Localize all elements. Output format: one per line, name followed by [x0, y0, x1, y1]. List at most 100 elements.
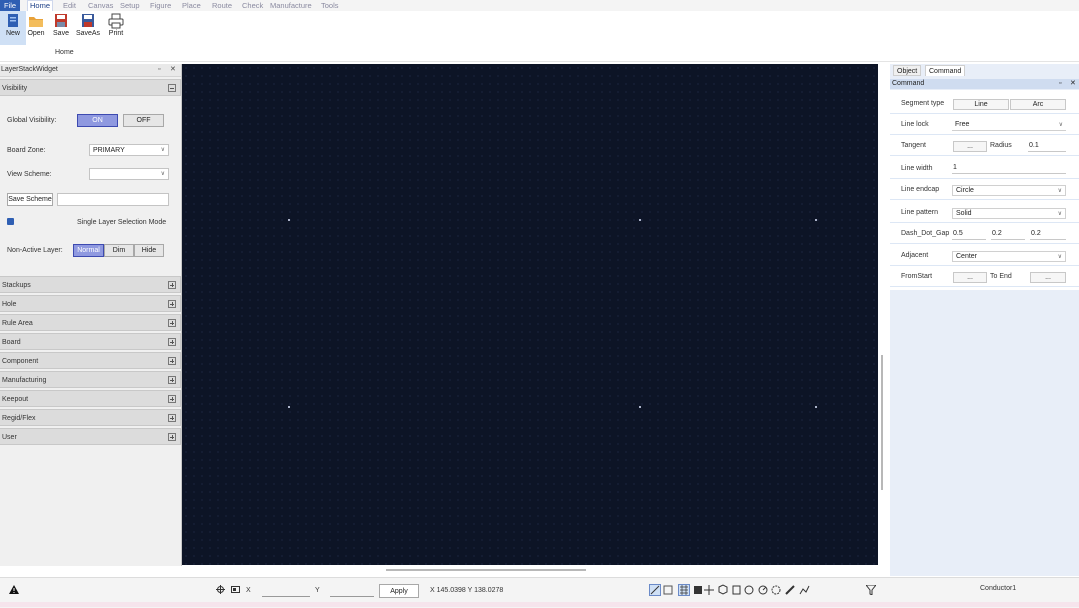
open-button[interactable]: Open	[23, 11, 49, 45]
section-hole[interactable]: Hole	[0, 295, 181, 312]
section-stackups[interactable]: Stackups	[0, 276, 181, 293]
line-lock-value: Free	[955, 121, 970, 128]
menu-canvas[interactable]: Canvas	[86, 0, 115, 11]
command-form: Segment type Line Arc Line lock Free ∨ T…	[890, 90, 1079, 290]
dash-label: Dash_Dot_Gap	[901, 230, 950, 237]
section-list: Stackups Hole Rule Area Board Component …	[0, 276, 181, 447]
close-icon[interactable]: ✕	[170, 64, 176, 76]
section-manufacturing[interactable]: Manufacturing	[0, 371, 181, 388]
horizontal-scrollbar[interactable]	[386, 569, 586, 571]
menu-home[interactable]: Home	[27, 0, 54, 11]
new-file-icon	[8, 14, 18, 27]
section-regid-flex[interactable]: Regid/Flex	[0, 409, 181, 426]
line-lock-select[interactable]: Free ∨	[952, 120, 1066, 131]
save-as-button[interactable]: SaveAs	[75, 11, 101, 45]
float-icon[interactable]: ▫	[158, 64, 160, 76]
panel-header: LayerStackWidget ▫ ✕	[0, 64, 181, 77]
single-layer-label: Single Layer Selection Mode	[77, 219, 167, 226]
adjacent-select[interactable]: Center ∨	[952, 251, 1066, 262]
menu-setup[interactable]: Setup	[118, 0, 142, 11]
canvas-marker	[639, 406, 641, 408]
section-label: Hole	[2, 301, 17, 308]
menu-file[interactable]: File	[0, 0, 21, 11]
crosshair-icon[interactable]	[216, 585, 225, 594]
print-button[interactable]: Print	[103, 11, 129, 45]
line-pattern-value: Solid	[956, 210, 972, 217]
expand-icon[interactable]	[168, 395, 176, 403]
expand-icon[interactable]	[168, 357, 176, 365]
save-icon	[55, 14, 67, 27]
expand-icon[interactable]	[168, 376, 176, 384]
section-visibility[interactable]: Visibility	[0, 79, 181, 96]
single-layer-checkbox[interactable]	[7, 218, 14, 225]
tab-object[interactable]: Object	[893, 65, 922, 76]
segment-line-button[interactable]: Line	[953, 99, 1009, 110]
line-width-input[interactable]: 1	[952, 163, 1066, 174]
section-keepout[interactable]: Keepout	[0, 390, 181, 407]
save-scheme-button[interactable]: Save Scheme	[7, 193, 53, 206]
section-user[interactable]: User	[0, 428, 181, 445]
menu-edit[interactable]: Edit	[61, 0, 78, 11]
line-pattern-row: Line pattern Solid ∨	[890, 203, 1079, 223]
vertical-scrollbar[interactable]	[881, 355, 883, 490]
line-width-row: Line width 1	[890, 157, 1079, 179]
toend-button[interactable]: ...	[1030, 272, 1066, 283]
board-zone-value: PRIMARY	[93, 147, 125, 154]
dash-input-2[interactable]: 0.2	[991, 229, 1025, 240]
design-canvas[interactable]	[182, 64, 878, 565]
section-rule-area[interactable]: Rule Area	[0, 314, 181, 331]
menu-route[interactable]: Route	[210, 0, 234, 11]
filter-icon[interactable]	[866, 585, 876, 595]
y-input[interactable]	[330, 586, 374, 597]
dash-input-1[interactable]: 0.5	[952, 229, 986, 240]
board-zone-select[interactable]: PRIMARY ∨	[89, 144, 169, 156]
expand-icon[interactable]	[168, 433, 176, 441]
dash-input-3[interactable]: 0.2	[1030, 229, 1066, 240]
non-active-dim-button[interactable]: Dim	[104, 244, 134, 257]
command-title: Command	[892, 80, 925, 87]
tangent-row: Tangent ... Radius 0.1	[890, 136, 1079, 156]
tangent-button[interactable]: ...	[953, 141, 987, 152]
scheme-name-input[interactable]	[57, 193, 169, 206]
line-endcap-select[interactable]: Circle ∨	[952, 185, 1066, 196]
section-component[interactable]: Component	[0, 352, 181, 369]
taskbar-edge	[0, 602, 1079, 607]
expand-icon[interactable]	[168, 319, 176, 327]
section-board[interactable]: Board	[0, 333, 181, 350]
fromstart-button[interactable]: ...	[953, 272, 987, 283]
visibility-off-button[interactable]: OFF	[123, 114, 164, 127]
warning-icon[interactable]	[9, 585, 19, 594]
section-label: Manufacturing	[2, 377, 47, 384]
menu-check[interactable]: Check	[240, 0, 265, 11]
global-visibility-label: Global Visibility:	[7, 117, 57, 124]
tab-command[interactable]: Command	[925, 65, 966, 76]
expand-icon[interactable]	[168, 281, 176, 289]
save-button[interactable]: Save	[48, 11, 74, 45]
view-scheme-select[interactable]: ∨	[89, 168, 169, 180]
canvas-marker	[639, 219, 641, 221]
section-label: User	[2, 434, 17, 441]
visibility-on-button[interactable]: ON	[77, 114, 118, 127]
line-endcap-label: Line endcap	[901, 186, 940, 193]
close-icon[interactable]: ✕	[1070, 79, 1076, 89]
float-icon[interactable]: ▫	[1059, 79, 1061, 89]
menu-figure[interactable]: Figure	[148, 0, 173, 11]
segment-arc-button[interactable]: Arc	[1010, 99, 1066, 110]
expand-icon[interactable]	[168, 414, 176, 422]
board-zone-label: Board Zone:	[7, 147, 46, 154]
expand-icon[interactable]	[168, 300, 176, 308]
y-label: Y	[315, 587, 320, 594]
non-active-hide-button[interactable]: Hide	[134, 244, 164, 257]
menu-manufacture[interactable]: Manufacture	[268, 0, 314, 11]
apply-button[interactable]: Apply	[379, 584, 419, 598]
line-pattern-select[interactable]: Solid ∨	[952, 208, 1066, 219]
non-active-normal-button[interactable]: Normal	[73, 244, 104, 257]
x-input[interactable]	[262, 586, 310, 597]
expand-icon[interactable]	[168, 338, 176, 346]
collapse-icon[interactable]	[168, 84, 176, 92]
radius-input[interactable]: 0.1	[1028, 141, 1066, 152]
menu-place[interactable]: Place	[180, 0, 203, 11]
printer-icon	[108, 13, 124, 29]
line-endcap-row: Line endcap Circle ∨	[890, 180, 1079, 200]
menu-tools[interactable]: Tools	[319, 0, 341, 11]
